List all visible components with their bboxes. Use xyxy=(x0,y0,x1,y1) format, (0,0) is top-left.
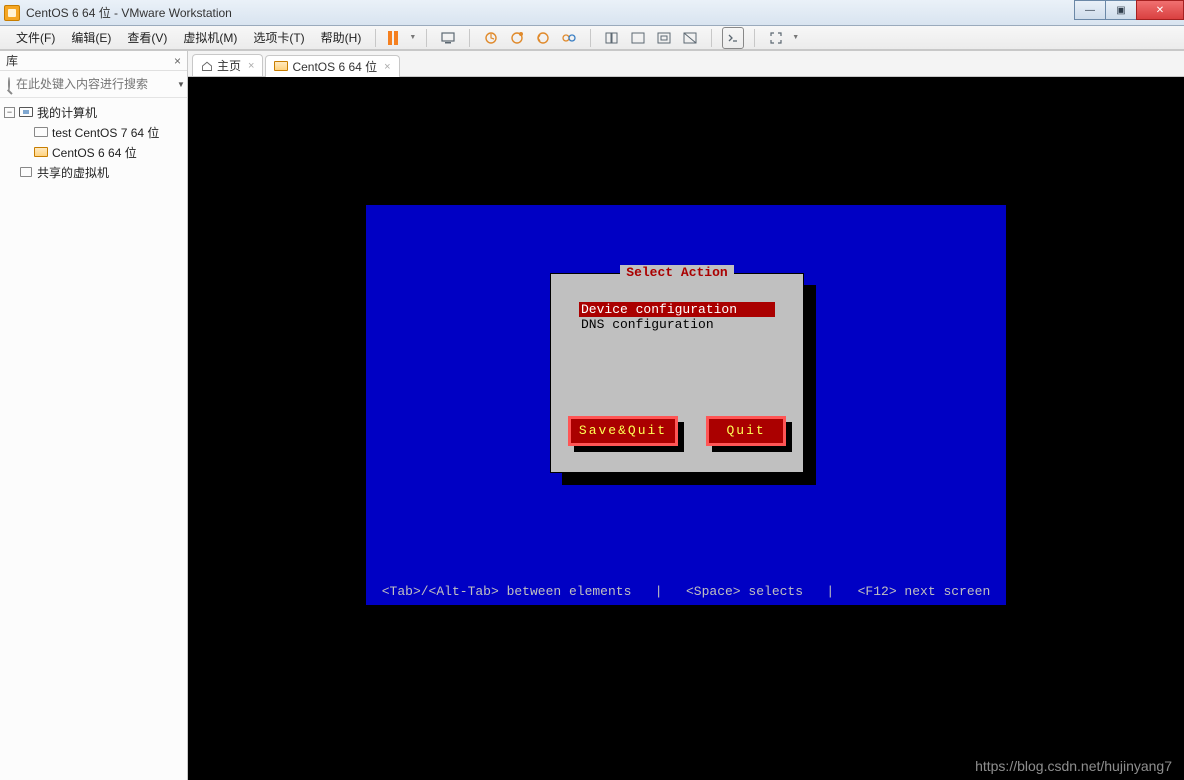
window-controls: — ▣ ✕ xyxy=(1075,0,1184,20)
hint-bar: <Tab>/<Alt-Tab> between elements | <Spac… xyxy=(366,584,1006,599)
vga-console: Select Action Device configuration DNS c… xyxy=(366,205,1006,605)
search-dropdown-icon[interactable]: ▼ xyxy=(173,80,189,89)
separator xyxy=(711,29,712,47)
tree-root-label: 我的计算机 xyxy=(37,104,97,121)
workspace: 库 × ▼ − 我的计算机 test CentOS 7 64 位 CentOS … xyxy=(0,50,1184,780)
tree-shared-vms[interactable]: 共享的虚拟机 xyxy=(0,162,187,182)
shared-icon xyxy=(20,167,32,177)
tab-home-label: 主页 xyxy=(217,57,241,74)
snapshot-icon[interactable] xyxy=(480,27,502,49)
tree-item-vm-1[interactable]: CentOS 6 64 位 xyxy=(0,142,187,162)
fullscreen-dropdown[interactable]: ▼ xyxy=(792,34,799,41)
quit-button[interactable]: Quit xyxy=(706,416,786,446)
separator xyxy=(754,29,755,47)
collapse-icon[interactable]: − xyxy=(4,107,15,118)
select-action-dialog: Select Action Device configuration DNS c… xyxy=(550,273,804,473)
tab-active-vm[interactable]: CentOS 6 64 位 × xyxy=(265,55,399,77)
view-fit-icon[interactable] xyxy=(653,27,675,49)
menu-view[interactable]: 查看(V) xyxy=(119,26,175,49)
vm-running-icon xyxy=(34,147,48,157)
search-icon xyxy=(8,77,10,91)
pause-vm-button[interactable] xyxy=(382,27,404,49)
revert-snapshot-icon[interactable] xyxy=(532,27,554,49)
dialog-title: Select Action xyxy=(620,265,733,280)
tree-item-label: test CentOS 7 64 位 xyxy=(52,124,159,141)
maximize-button[interactable]: ▣ xyxy=(1105,0,1137,20)
vm-running-icon xyxy=(274,61,288,71)
search-input[interactable] xyxy=(14,75,173,93)
tree-item-label: CentOS 6 64 位 xyxy=(52,144,137,161)
window-title: CentOS 6 64 位 - VMware Workstation xyxy=(26,4,232,21)
tab-close-icon[interactable]: × xyxy=(384,61,390,73)
tab-close-icon[interactable]: × xyxy=(248,60,254,72)
send-ctrl-alt-del-icon[interactable] xyxy=(437,27,459,49)
separator xyxy=(469,29,470,47)
sidebar-search[interactable]: ▼ xyxy=(0,71,187,98)
separator xyxy=(426,29,427,47)
tab-home[interactable]: 主页 × xyxy=(192,54,263,76)
terminal-icon[interactable] xyxy=(722,27,744,49)
tree-root-my-computer[interactable]: − 我的计算机 xyxy=(0,102,187,122)
app-icon xyxy=(4,5,20,21)
menubar: 文件(F) 编辑(E) 查看(V) 虚拟机(M) 选项卡(T) 帮助(H) ▼ xyxy=(0,26,1184,50)
toolbar: ▼ xyxy=(382,27,799,49)
fullscreen-icon[interactable] xyxy=(765,27,787,49)
minimize-button[interactable]: — xyxy=(1074,0,1106,20)
snapshot-manager-icon[interactable] xyxy=(506,27,528,49)
library-tree: − 我的计算机 test CentOS 7 64 位 CentOS 6 64 位… xyxy=(0,98,187,186)
manage-snapshot-icon[interactable] xyxy=(558,27,580,49)
dialog-buttons: Save&Quit Quit xyxy=(551,416,803,446)
save-quit-button[interactable]: Save&Quit xyxy=(568,416,678,446)
option-dns-configuration[interactable]: DNS configuration xyxy=(579,317,775,332)
computer-icon xyxy=(19,107,33,117)
menu-file[interactable]: 文件(F) xyxy=(8,26,63,49)
window-titlebar: CentOS 6 64 位 - VMware Workstation xyxy=(0,0,1184,26)
menu-edit[interactable]: 编辑(E) xyxy=(63,26,119,49)
view-console-icon[interactable] xyxy=(627,27,649,49)
tree-item-vm-0[interactable]: test CentOS 7 64 位 xyxy=(0,122,187,142)
sidebar-header: 库 × xyxy=(0,51,187,71)
home-icon xyxy=(201,60,213,72)
watermark: https://blog.csdn.net/hujinyang7 xyxy=(975,758,1172,774)
sidebar-title: 库 xyxy=(6,52,18,69)
vm-display[interactable]: Select Action Device configuration DNS c… xyxy=(188,77,1184,780)
pause-dropdown[interactable]: ▼ xyxy=(409,34,416,41)
menu-vm[interactable]: 虚拟机(M) xyxy=(175,26,245,49)
content-area: 主页 × CentOS 6 64 位 × Select Action Devic… xyxy=(188,51,1184,780)
separator xyxy=(375,29,376,47)
option-list: Device configuration DNS configuration xyxy=(579,302,775,332)
menu-tabs[interactable]: 选项卡(T) xyxy=(245,26,312,49)
view-single-icon[interactable] xyxy=(601,27,623,49)
vm-icon xyxy=(34,127,48,137)
tab-active-label: CentOS 6 64 位 xyxy=(292,58,377,75)
tab-bar: 主页 × CentOS 6 64 位 × xyxy=(188,51,1184,77)
sidebar: 库 × ▼ − 我的计算机 test CentOS 7 64 位 CentOS … xyxy=(0,51,188,780)
option-device-configuration[interactable]: Device configuration xyxy=(579,302,775,317)
separator xyxy=(590,29,591,47)
menu-help[interactable]: 帮助(H) xyxy=(313,26,370,49)
sidebar-close-icon[interactable]: × xyxy=(174,54,181,68)
tree-shared-label: 共享的虚拟机 xyxy=(37,164,109,181)
view-unity-icon[interactable] xyxy=(679,27,701,49)
close-button[interactable]: ✕ xyxy=(1136,0,1184,20)
